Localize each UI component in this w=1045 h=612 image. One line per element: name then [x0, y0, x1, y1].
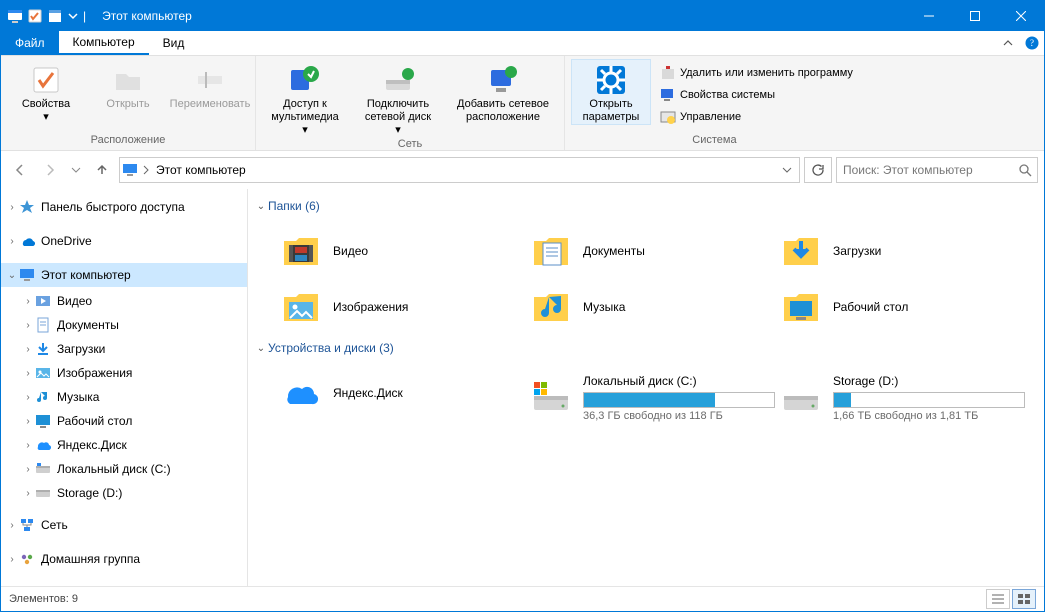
address-bar[interactable]: [119, 157, 800, 183]
address-dropdown[interactable]: [777, 159, 797, 181]
tree-pictures[interactable]: ›Изображения: [1, 361, 247, 385]
tree-thispc[interactable]: ⌄Этот компьютер: [1, 263, 247, 287]
tree-yandexdisk[interactable]: ›Яндекс.Диск: [1, 433, 247, 457]
group-header-drives[interactable]: ⌄Устройства и диски (3): [254, 335, 1044, 365]
drive-yandexdisk[interactable]: Яндекс.Диск: [274, 365, 524, 421]
search-icon[interactable]: [1013, 163, 1037, 177]
tree-music[interactable]: ›Музыка: [1, 385, 247, 409]
tree-documents[interactable]: ›Документы: [1, 313, 247, 337]
tree-homegroup[interactable]: ›Домашняя группа: [1, 547, 247, 571]
explorer-icon: [7, 8, 23, 24]
content-pane[interactable]: ⌄Папки (6) Видео Документы Загрузки Изоб…: [248, 189, 1044, 586]
rename-button: Переименовать: [171, 59, 249, 112]
view-details-button[interactable]: [986, 589, 1010, 609]
media-access-button[interactable]: Доступ кмультимедиа ▾: [262, 59, 348, 138]
drive-c-usage: [583, 392, 775, 408]
uninstall-program-button[interactable]: Удалить или изменить программу: [655, 63, 858, 83]
nav-recent-button[interactable]: [67, 157, 85, 183]
status-item-count: Элементов: 9: [9, 593, 78, 605]
tree-quickaccess[interactable]: ›Панель быстрого доступа: [1, 195, 247, 219]
group-header-folders[interactable]: ⌄Папки (6): [254, 193, 1044, 223]
drive-d[interactable]: Storage (D:) 1,66 ТБ свободно из 1,81 ТБ: [774, 365, 1024, 431]
add-network-location-button[interactable]: Добавить сетевоерасположение: [448, 59, 558, 125]
maximize-button[interactable]: [952, 1, 998, 31]
close-button[interactable]: [998, 1, 1044, 31]
folder-music[interactable]: Музыка: [524, 279, 774, 335]
open-settings-button[interactable]: Открытьпараметры: [571, 59, 651, 125]
tab-file[interactable]: Файл: [1, 31, 59, 55]
nav-up-button[interactable]: [89, 157, 115, 183]
address-input[interactable]: [154, 162, 773, 178]
minimize-button[interactable]: [906, 1, 952, 31]
tree-desktop[interactable]: ›Рабочий стол: [1, 409, 247, 433]
manage-button[interactable]: Управление: [655, 107, 858, 127]
open-button: Открыть: [89, 59, 167, 112]
system-properties-button[interactable]: Свойства системы: [655, 85, 858, 105]
properties-button[interactable]: Свойства▾: [7, 59, 85, 125]
ribbon: Свойства▾ Открыть Переименовать Располож…: [1, 56, 1044, 151]
tree-onedrive[interactable]: ›OneDrive: [1, 229, 247, 253]
drive-c[interactable]: Локальный диск (C:) 36,3 ГБ свободно из …: [524, 365, 774, 431]
nav-forward-button[interactable]: [37, 157, 63, 183]
drive-d-usage: [833, 392, 1025, 408]
chevron-down-icon[interactable]: [67, 8, 79, 24]
folder-documents[interactable]: Документы: [524, 223, 774, 279]
folder-video[interactable]: Видео: [274, 223, 524, 279]
search-box[interactable]: [836, 157, 1038, 183]
qat-newfolder-icon[interactable]: [47, 8, 63, 24]
navigation-bar: [1, 151, 1044, 189]
refresh-button[interactable]: [804, 157, 832, 183]
folder-desktop[interactable]: Рабочий стол: [774, 279, 1024, 335]
ribbon-group-system: Система: [571, 134, 858, 150]
tab-computer[interactable]: Компьютер: [59, 31, 149, 55]
window-title: Этот компьютер: [102, 9, 192, 23]
tree-ddrive[interactable]: ›Storage (D:): [1, 481, 247, 505]
tree-downloads[interactable]: ›Загрузки: [1, 337, 247, 361]
titlebar: | Этот компьютер: [1, 1, 1044, 31]
status-bar: Элементов: 9: [1, 586, 1044, 611]
tab-view[interactable]: Вид: [149, 31, 199, 55]
help-button[interactable]: ?: [1020, 31, 1044, 55]
qat-properties-icon[interactable]: [27, 8, 43, 24]
chevron-right-icon: [142, 164, 150, 176]
tree-video[interactable]: ›Видео: [1, 289, 247, 313]
ribbon-tabs: Файл Компьютер Вид ?: [1, 31, 1044, 56]
view-tiles-button[interactable]: [1012, 589, 1036, 609]
nav-back-button[interactable]: [7, 157, 33, 183]
folder-downloads[interactable]: Загрузки: [774, 223, 1024, 279]
map-drive-button[interactable]: Подключитьсетевой диск ▾: [352, 59, 444, 138]
collapse-ribbon-button[interactable]: [996, 31, 1020, 55]
ribbon-group-network: Сеть: [262, 138, 558, 150]
search-input[interactable]: [837, 163, 1013, 177]
pc-icon: [122, 162, 138, 178]
folder-pictures[interactable]: Изображения: [274, 279, 524, 335]
svg-text:?: ?: [1030, 38, 1034, 48]
tree-cdrive[interactable]: ›Локальный диск (C:): [1, 457, 247, 481]
tree-network[interactable]: ›Сеть: [1, 513, 247, 537]
navigation-tree[interactable]: ›Панель быстрого доступа ›OneDrive ⌄Этот…: [1, 189, 248, 586]
ribbon-group-location: Расположение: [7, 134, 249, 150]
